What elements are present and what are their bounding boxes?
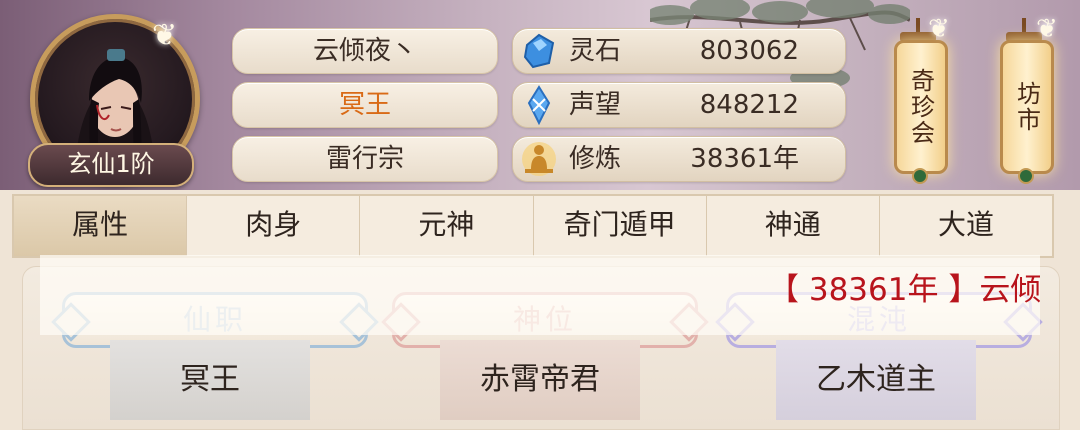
tab-great-dao[interactable]: 大道 — [880, 196, 1052, 256]
tab-spirit[interactable]: 元神 — [360, 196, 534, 256]
stat-value-divine-rank: 赤霄帝君 — [440, 340, 640, 420]
butterfly-icon: ❦ — [152, 18, 178, 53]
tab-body[interactable]: 肉身 — [187, 196, 361, 256]
resource-label: 灵石 — [569, 36, 622, 66]
player-header: ❦ 玄仙1阶 云倾夜丶 冥王 雷行宗 灵石 803062 声望 848212 修… — [0, 0, 1080, 190]
stat-value-immortal-post: 冥王 — [110, 340, 310, 420]
resource-label: 修炼 — [569, 144, 622, 174]
tab-attributes[interactable]: 属性 — [14, 196, 188, 256]
player-title: 冥王 — [232, 82, 498, 128]
attribute-tabs: 属性 肉身 元神 奇门遁甲 神通 大道 — [12, 194, 1054, 258]
spirit-stone-icon — [523, 33, 555, 69]
tab-divine-arts[interactable]: 神通 — [707, 196, 880, 256]
player-name: 云倾夜丶 — [232, 28, 498, 74]
broadcast-marquee: 【 38361年 】云倾 — [768, 272, 1040, 308]
resource-cultivation: 修炼 38361年 — [512, 136, 846, 182]
butterfly-icon: ❦ — [1036, 14, 1058, 44]
resource-value: 848212 — [699, 90, 799, 120]
player-sect: 雷行宗 — [232, 136, 498, 182]
tab-qimen-dunjia[interactable]: 奇门遁甲 — [534, 196, 707, 256]
cultivation-icon — [522, 142, 556, 176]
resource-label: 声望 — [569, 90, 622, 120]
rank-badge: 玄仙1阶 — [28, 143, 194, 187]
resource-value: 803062 — [699, 36, 799, 66]
resource-spirit-stone: 灵石 803062 — [512, 28, 846, 74]
resource-value: 38361年 — [690, 144, 799, 174]
lantern-label: 坊市 — [1000, 40, 1054, 174]
stat-value-chaos: 乙木道主 — [776, 340, 976, 420]
reputation-icon — [527, 85, 551, 125]
butterfly-icon: ❦ — [928, 14, 950, 44]
lantern-label: 奇珍会 — [894, 40, 948, 174]
resource-reputation: 声望 848212 — [512, 82, 846, 128]
